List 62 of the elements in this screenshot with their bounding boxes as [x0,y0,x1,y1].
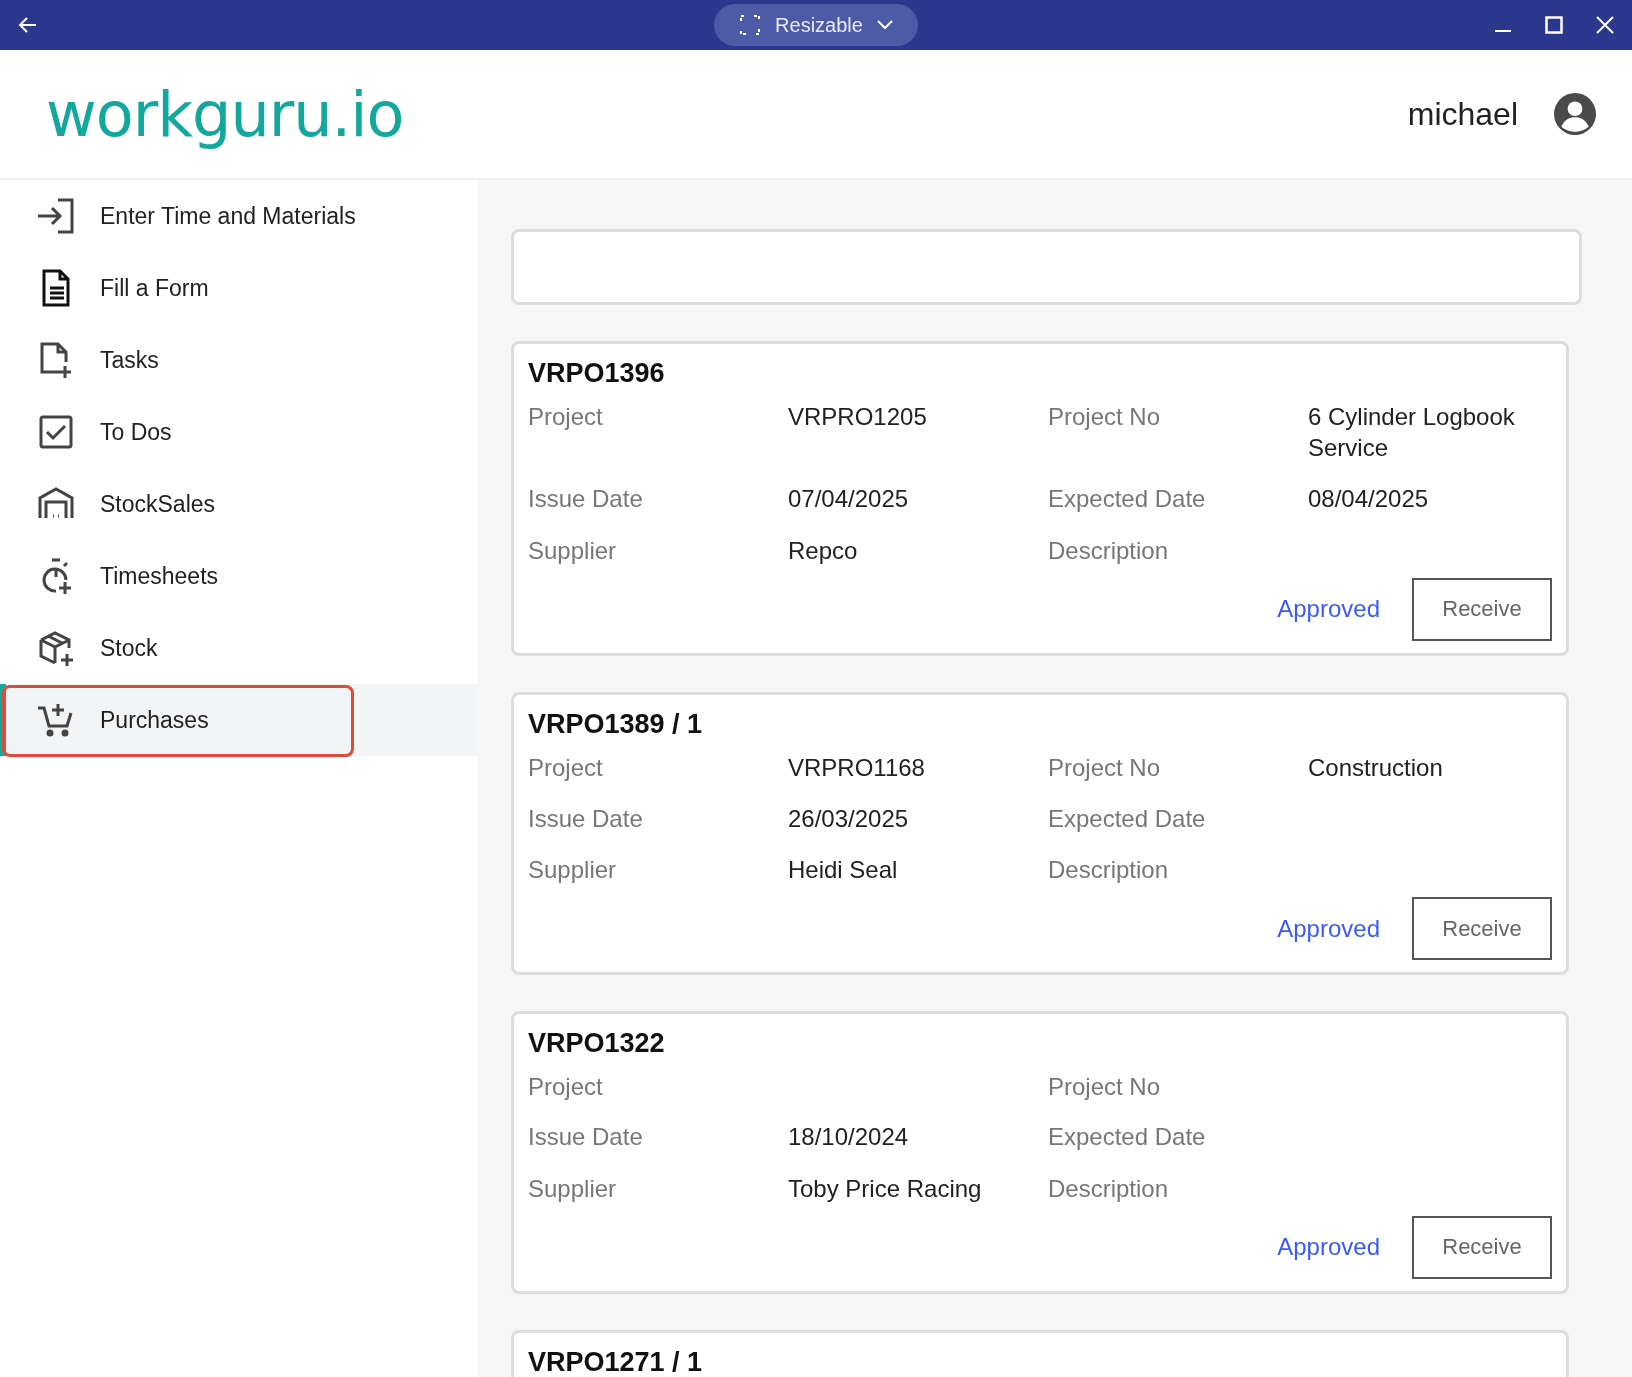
sidebar-item[interactable]: Fill a Form [0,252,478,324]
purchase-card[interactable]: VRPO1396 Project VRPRO1205 Project No 6 Cylinder Logbook Service Issue Date 07/04/2025 Expected Date 08/04/2025 Supplier Repco Description Approved Receive [511,341,1569,656]
status-label: Approved [1277,1233,1380,1262]
maximize-icon[interactable] [1545,16,1563,34]
purchase-number: VRPO1389 / 1 [528,708,704,740]
field-label: Project No [1048,753,1162,783]
purchase-number: VRPO1396 [528,358,666,389]
field-label: Project No [1048,1073,1162,1102]
field-label: Issue Date [528,1123,644,1153]
field-label: Expected Date [1048,485,1207,515]
resize-icon [739,14,762,36]
sidebar-item[interactable]: Stock [0,612,478,684]
field-label: Supplier [528,1174,618,1204]
field-label: Expected Date [1048,1123,1207,1153]
sidebar-item[interactable]: To Dos [0,396,478,468]
close-icon[interactable] [1596,16,1614,34]
field-label: Description [1048,1174,1170,1204]
purchase-card[interactable]: VRPO1389 / 1 Project VRPRO1168 Project No Construction Issue Date 26/03/2025 Expected Date Supplier Heidi Seal Description Approved Receive [511,691,1569,976]
status-label: Approved [1277,595,1380,624]
field-label: Supplier [528,856,618,886]
field-value: 6 Cylinder Logbook Service [1308,402,1516,464]
purchase-number: VRPO1322 [528,1028,666,1060]
field-label: Expected Date [1048,804,1207,834]
field-value: 08/04/2025 [1308,484,1430,515]
receive-button[interactable]: Receive [1412,577,1552,641]
field-value: VRPRO1168 [788,752,926,783]
field-value: Toby Price Racing [788,1173,983,1204]
field-value: Heidi Seal [788,855,899,886]
purchase-number: VRPO1271 / 1 [528,1346,704,1377]
sidebar-item[interactable]: Tasks [0,324,478,396]
field-label: Supplier [528,536,618,566]
receive-button[interactable]: Receive [1412,897,1552,961]
purchase-card[interactable]: VRPO1322 Project Project No Issue Date 18/10/2024 Expected Date Supplier Toby Price Racing Description Approved Receive [511,1011,1569,1294]
field-value: 26/03/2025 [788,803,910,834]
resize-mode-button[interactable]: Resizable [714,4,918,46]
field-value: 07/04/2025 [788,484,910,515]
search-field[interactable] [511,229,1582,305]
field-label: Project [528,403,604,432]
field-value: VRPRO1205 [788,402,928,432]
avatar-icon[interactable] [1554,93,1596,135]
sidebar-item[interactable]: Purchases [0,684,478,756]
field-label: Description [1048,536,1170,566]
field-label: Project No [1048,403,1162,432]
field-label: Description [1048,856,1170,886]
back-icon[interactable] [18,15,38,35]
purchase-card[interactable]: VRPO1271 / 1 [511,1329,1569,1377]
sidebar-item[interactable]: StockSales [0,468,478,540]
logo: workguru.io [46,77,404,151]
sidebar-item[interactable]: Enter Time and Materials [0,180,478,252]
field-value: Repco [788,535,859,566]
field-label: Project [528,753,604,783]
sidebar-item[interactable]: Timesheets [0,540,478,612]
field-label: Issue Date [528,804,644,834]
status-label: Approved [1277,914,1380,943]
receive-button[interactable]: Receive [1412,1215,1552,1279]
caret-icon [876,20,893,30]
enter-arrow-icon [36,196,76,236]
field-label: Project [528,1073,604,1102]
field-value: Construction [1308,752,1444,783]
user-name: michael [1407,95,1518,133]
field-value: 18/10/2024 [788,1122,910,1153]
field-label: Issue Date [528,485,644,515]
